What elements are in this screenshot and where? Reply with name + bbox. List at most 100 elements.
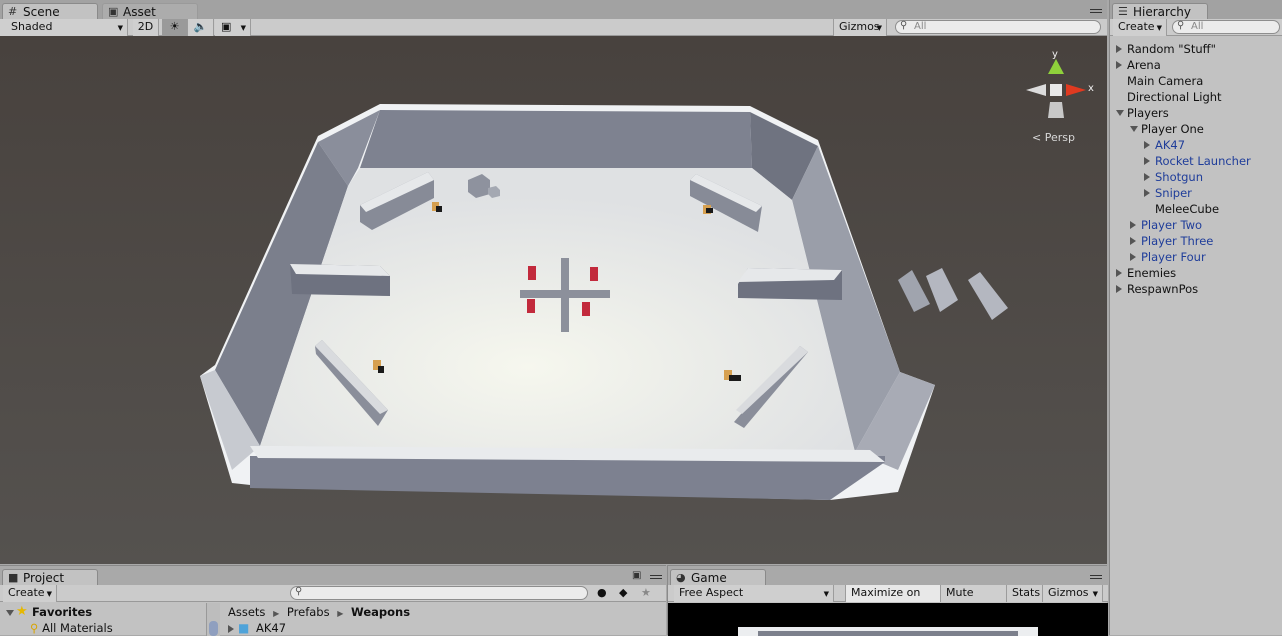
expand-arrow-icon[interactable] bbox=[1130, 253, 1136, 261]
filter-type-icon[interactable]: ● bbox=[597, 586, 607, 599]
hierarchy-item[interactable]: Player Three bbox=[1130, 233, 1213, 249]
chevron-down-icon: ▼ bbox=[876, 24, 882, 32]
gizmo-center-cube bbox=[1050, 84, 1062, 96]
scene-lighting-button[interactable]: ☀ bbox=[162, 19, 188, 36]
game-gizmos-label: Gizmos bbox=[1048, 586, 1089, 599]
favorite-star-icon[interactable]: ★ bbox=[641, 586, 651, 599]
favorites-item[interactable]: ⚲ All Materials bbox=[30, 621, 113, 635]
render-mode-label: Shaded bbox=[11, 20, 53, 33]
aspect-dropdown[interactable]: Free Aspect ▼ bbox=[674, 585, 834, 602]
cover-block bbox=[738, 268, 842, 282]
expand-arrow-icon[interactable] bbox=[1130, 221, 1136, 229]
hierarchy-item[interactable]: Enemies bbox=[1116, 265, 1176, 281]
gizmos-dropdown[interactable]: Gizmos ▼ bbox=[833, 19, 887, 36]
cross-block bbox=[561, 258, 569, 332]
render-mode-dropdown[interactable]: Shaded ▼ bbox=[0, 19, 128, 36]
chevron-down-icon: ▼ bbox=[1156, 24, 1162, 32]
project-divider[interactable] bbox=[206, 603, 220, 636]
game-viewport[interactable] bbox=[668, 603, 1108, 636]
breadcrumb-item[interactable]: Prefabs bbox=[287, 605, 330, 619]
hierarchy-create-dropdown[interactable]: Create ▼ bbox=[1113, 19, 1167, 36]
hierarchy-item[interactable]: Shotgun bbox=[1144, 169, 1203, 185]
hierarchy-item[interactable]: RespawnPos bbox=[1116, 281, 1198, 297]
scene-viewport[interactable]: y x < Persp bbox=[0, 36, 1107, 564]
expand-arrow-icon[interactable] bbox=[1116, 285, 1122, 293]
expand-arrow-icon[interactable] bbox=[1116, 45, 1122, 53]
collapse-arrow-icon[interactable] bbox=[1130, 126, 1138, 132]
tab-game[interactable]: ◕ Game bbox=[670, 569, 766, 586]
breadcrumb-item[interactable]: Assets bbox=[228, 605, 265, 619]
breadcrumb-separator-icon: ▶ bbox=[273, 609, 280, 618]
scene-effects-button[interactable]: ▣ ▼ bbox=[215, 19, 251, 36]
expand-arrow-icon[interactable] bbox=[1116, 61, 1122, 69]
game-panel: ◕ Game Free Aspect ▼ Maximize on Play Mu… bbox=[667, 565, 1108, 636]
toggle-2d-button[interactable]: 2D bbox=[133, 19, 159, 36]
search-icon: ⚲ bbox=[900, 20, 908, 31]
hierarchy-item-label: Shotgun bbox=[1155, 170, 1204, 184]
projection-toggle[interactable]: < Persp bbox=[1032, 131, 1075, 144]
expand-arrow-icon bbox=[228, 625, 234, 633]
tab-project[interactable]: ■ Project bbox=[2, 569, 98, 586]
collapse-arrow-icon[interactable] bbox=[1116, 110, 1124, 116]
project-panel: ■ Project ▣ Create ▼ ⚲ ● ◆ ★ ★ Favorites… bbox=[0, 565, 666, 636]
game-toolbar: Free Aspect ▼ Maximize on Play Mute audi… bbox=[668, 585, 1108, 615]
hierarchy-item[interactable]: Random "Stuff" bbox=[1116, 41, 1216, 57]
hierarchy-item-label: Arena bbox=[1127, 58, 1161, 72]
mute-audio-toggle[interactable]: Mute audio bbox=[941, 585, 1007, 615]
player-one-weapon bbox=[436, 206, 442, 212]
hierarchy-item[interactable]: Arena bbox=[1116, 57, 1161, 73]
chevron-down-icon: ▼ bbox=[1092, 590, 1098, 598]
scrollbar-thumb[interactable] bbox=[209, 621, 218, 636]
tab-hierarchy-label: Hierarchy bbox=[1133, 5, 1192, 19]
hierarchy-item[interactable]: Sniper bbox=[1144, 185, 1192, 201]
hierarchy-item-label: Rocket Launcher bbox=[1155, 154, 1251, 168]
panel-menu-icon[interactable] bbox=[1090, 573, 1102, 583]
favorites-item-label: All Materials bbox=[42, 621, 113, 635]
tab-scene[interactable]: # Scene bbox=[2, 3, 98, 20]
hierarchy-item[interactable]: Rocket Launcher bbox=[1144, 153, 1251, 169]
hierarchy-item[interactable]: Players bbox=[1116, 105, 1169, 121]
maximize-on-play-toggle[interactable]: Maximize on Play bbox=[845, 585, 941, 615]
hierarchy-search-input[interactable]: ⚲ All bbox=[1172, 20, 1280, 34]
project-create-dropdown[interactable]: Create ▼ bbox=[3, 585, 57, 602]
expand-arrow-icon[interactable] bbox=[1116, 269, 1122, 277]
hierarchy-item-label: MeleeCube bbox=[1155, 202, 1220, 216]
expand-arrow-icon[interactable] bbox=[1144, 173, 1150, 181]
hierarchy-item[interactable]: AK47 bbox=[1144, 137, 1185, 153]
gizmo-y-label: y bbox=[1052, 49, 1058, 60]
filter-label-icon[interactable]: ◆ bbox=[619, 586, 627, 599]
scene-audio-button[interactable]: 🔈 bbox=[188, 19, 214, 36]
expand-arrow-icon[interactable] bbox=[1130, 237, 1136, 245]
tab-game-label: Game bbox=[691, 571, 727, 585]
scene-search-placeholder: All bbox=[914, 21, 927, 32]
search-icon: ⚲ bbox=[1177, 20, 1185, 31]
project-search-input[interactable]: ⚲ bbox=[290, 586, 588, 600]
hierarchy-item-label: Player Four bbox=[1141, 250, 1206, 264]
panel-menu-icon[interactable] bbox=[650, 573, 662, 583]
lock-icon[interactable]: ▣ bbox=[632, 570, 641, 581]
expand-arrow-icon[interactable] bbox=[1144, 141, 1150, 149]
hierarchy-item[interactable]: MeleeCube bbox=[1144, 201, 1219, 217]
breadcrumb-item-current[interactable]: Weapons bbox=[351, 605, 410, 619]
player-two-weapon bbox=[706, 208, 713, 213]
tab-asset-store[interactable]: ▣ Asset Store bbox=[102, 3, 198, 35]
hierarchy-item-label: Sniper bbox=[1155, 186, 1192, 200]
hierarchy-item-label: Player One bbox=[1141, 122, 1204, 136]
scene-search-input[interactable]: ⚲ All bbox=[895, 20, 1101, 34]
panel-menu-icon[interactable] bbox=[1090, 7, 1102, 17]
favorites-label: Favorites bbox=[32, 605, 93, 619]
scene-canvas[interactable]: y x bbox=[0, 36, 1107, 564]
hierarchy-item-label: Player Two bbox=[1141, 218, 1203, 232]
hierarchy-item[interactable]: Main Camera bbox=[1116, 73, 1203, 89]
tab-hierarchy[interactable]: ☰ Hierarchy bbox=[1112, 3, 1208, 20]
hierarchy-item[interactable]: Player Four bbox=[1130, 249, 1206, 265]
game-gizmos-dropdown[interactable]: Gizmos ▼ bbox=[1043, 585, 1103, 602]
project-favorites: ★ Favorites ⚲ All Materials bbox=[0, 603, 205, 636]
hierarchy-item[interactable]: Directional Light bbox=[1116, 89, 1222, 105]
stats-label: Stats bbox=[1012, 586, 1041, 599]
expand-arrow-icon[interactable] bbox=[1144, 157, 1150, 165]
expand-arrow-icon[interactable] bbox=[1144, 189, 1150, 197]
stats-toggle[interactable]: Stats bbox=[1007, 585, 1043, 602]
hierarchy-item[interactable]: Player Two bbox=[1130, 217, 1202, 233]
hierarchy-item[interactable]: Player One bbox=[1130, 121, 1204, 137]
